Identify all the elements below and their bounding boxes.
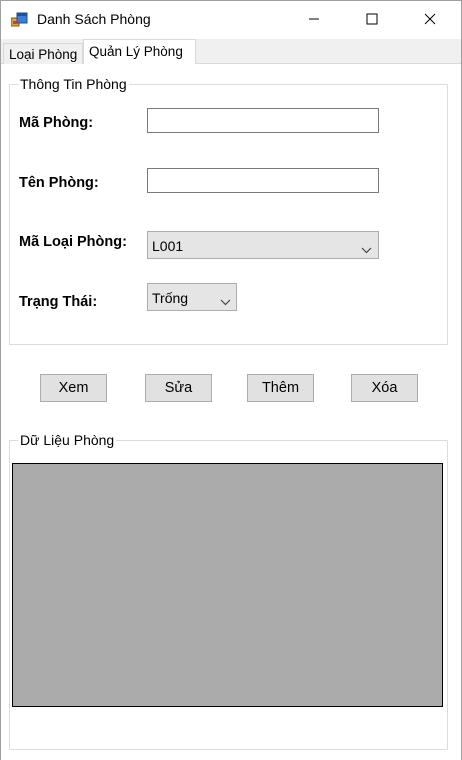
window-title: Danh Sách Phòng	[37, 11, 151, 27]
app-form-icon	[10, 12, 29, 28]
trang-thai-select[interactable]: Trống	[147, 283, 237, 311]
minimize-icon	[308, 12, 320, 28]
main-window: Danh Sách Phòng Loại Phòng Quản Lý Phòng…	[0, 0, 462, 760]
chevron-down-icon	[220, 293, 231, 309]
chevron-down-icon	[361, 241, 372, 257]
room-data-grid[interactable]	[12, 463, 443, 707]
tab-quan-ly-phong[interactable]: Quản Lý Phòng	[83, 39, 196, 64]
ma-loai-phong-value: L001	[152, 238, 184, 254]
maximize-button[interactable]	[349, 1, 395, 39]
close-icon	[424, 12, 436, 28]
room-info-group-title: Thông Tin Phòng	[18, 76, 129, 92]
title-bar[interactable]: Danh Sách Phòng	[1, 1, 461, 39]
ma-loai-phong-select[interactable]: L001	[147, 231, 379, 259]
them-button[interactable]: Thêm	[247, 374, 314, 402]
minimize-button[interactable]	[291, 1, 337, 39]
maximize-icon	[366, 12, 378, 28]
ma-phong-label: Mã Phòng:	[19, 115, 94, 131]
close-button[interactable]	[407, 1, 453, 39]
ma-loai-phong-label: Mã Loại Phòng:	[19, 234, 127, 250]
room-data-group-title: Dữ Liệu Phòng	[18, 432, 117, 448]
ten-phong-label: Tên Phòng:	[19, 175, 99, 191]
trang-thai-value: Trống	[152, 290, 189, 306]
ma-phong-input[interactable]	[147, 108, 379, 133]
xem-button[interactable]: Xem	[40, 374, 107, 402]
ten-phong-input[interactable]	[147, 168, 379, 193]
sua-button[interactable]: Sửa	[145, 374, 212, 402]
tab-loai-phong[interactable]: Loại Phòng	[3, 43, 83, 64]
xoa-button[interactable]: Xóa	[351, 374, 418, 402]
trang-thai-label: Trạng Thái:	[19, 294, 98, 310]
